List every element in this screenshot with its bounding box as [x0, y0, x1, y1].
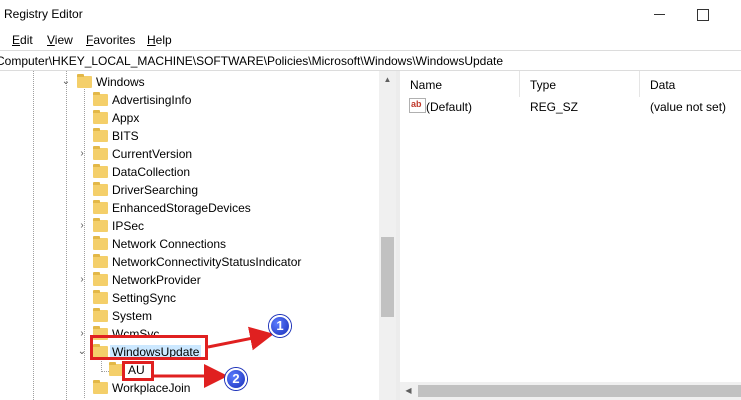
value-type: REG_SZ: [530, 100, 579, 114]
tree-label: Windows: [96, 75, 145, 89]
folder-icon: [93, 308, 108, 322]
tree-node-network-connections[interactable]: Network Connections: [0, 235, 379, 253]
menu-bar: Edit View Favorites Help: [0, 30, 741, 50]
annotation-badge-2: 2: [225, 368, 247, 390]
menu-help[interactable]: Help: [147, 33, 172, 47]
folder-icon: [93, 164, 108, 178]
scroll-up-arrow-icon[interactable]: ▲: [379, 71, 396, 88]
tree-node-windows[interactable]: ⌄ Windows: [0, 73, 379, 91]
value-name[interactable]: (Default): [426, 100, 472, 114]
highlight-box-windowsupdate: [90, 335, 208, 360]
chevron-right-icon[interactable]: ›: [77, 149, 87, 159]
tree-label: Appx: [112, 111, 140, 125]
tree-node-advertisinginfo[interactable]: AdvertisingInfo: [0, 91, 379, 109]
tree-node-au[interactable]: AU: [0, 361, 379, 379]
tree-label: IPSec: [112, 219, 145, 233]
tree-scrollbar[interactable]: ▲: [379, 71, 396, 400]
values-list: Name Type Data ab (Default) REG_SZ (valu…: [400, 71, 741, 400]
string-value-icon: ab: [409, 98, 426, 113]
folder-icon: [93, 92, 108, 106]
menu-view[interactable]: View: [47, 33, 73, 47]
horizontal-scroll-thumb[interactable]: [418, 385, 741, 397]
tree-node-networkprovider[interactable]: › NetworkProvider: [0, 271, 379, 289]
column-header-type[interactable]: Type: [520, 71, 640, 97]
tree-node-workplacejoin[interactable]: WorkplaceJoin: [0, 379, 379, 397]
tree-node-networkconnectivitystatusindicator[interactable]: NetworkConnectivityStatusIndicator: [0, 253, 379, 271]
scroll-thumb[interactable]: [381, 237, 394, 317]
folder-icon: [93, 110, 108, 124]
chevron-right-icon[interactable]: ›: [77, 275, 87, 285]
values-horizontal-scrollbar[interactable]: ◀: [400, 382, 741, 400]
tree-label: SettingSync: [112, 291, 177, 305]
folder-icon: [77, 74, 92, 88]
tree-label: System: [112, 309, 153, 323]
tree-node-enhancedstoragedevices[interactable]: EnhancedStorageDevices: [0, 199, 379, 217]
tree-label: NetworkConnectivityStatusIndicator: [112, 255, 302, 269]
window-title: Registry Editor: [4, 7, 83, 21]
folder-icon: [93, 254, 108, 268]
address-bar[interactable]: Computer\HKEY_LOCAL_MACHINE\SOFTWARE\Pol…: [0, 50, 741, 71]
folder-icon: [93, 200, 108, 214]
tree-node-appx[interactable]: Appx: [0, 109, 379, 127]
folder-icon: [93, 272, 108, 286]
menu-favorites[interactable]: Favorites: [86, 33, 135, 47]
maximize-button[interactable]: [692, 4, 714, 24]
chevron-down-icon[interactable]: ⌄: [77, 347, 87, 357]
tree-node-bits[interactable]: BITS: [0, 127, 379, 145]
tree-label: CurrentVersion: [112, 147, 193, 161]
folder-icon: [93, 182, 108, 196]
chevron-right-icon[interactable]: ›: [77, 329, 87, 339]
highlight-box-au: [122, 361, 154, 381]
tree-label: DataCollection: [112, 165, 191, 179]
folder-icon: [93, 236, 108, 250]
tree-node-driversearching[interactable]: DriverSearching: [0, 181, 379, 199]
tree-node-system[interactable]: System: [0, 307, 379, 325]
tree-label: AdvertisingInfo: [112, 93, 192, 107]
folder-icon: [93, 128, 108, 142]
folder-icon: [93, 290, 108, 304]
tree-node-ipsec[interactable]: › IPSec: [0, 217, 379, 235]
folder-icon: [93, 146, 108, 160]
title-bar: Registry Editor: [0, 0, 741, 30]
tree-node-settingsync[interactable]: SettingSync: [0, 289, 379, 307]
tree-label: Network Connections: [112, 237, 227, 251]
column-header-data[interactable]: Data: [640, 71, 741, 97]
folder-icon: [93, 218, 108, 232]
tree-node-datacollection[interactable]: DataCollection: [0, 163, 379, 181]
folder-icon: [93, 380, 108, 394]
tree-node-currentversion[interactable]: › CurrentVersion: [0, 145, 379, 163]
minimize-button[interactable]: [649, 4, 671, 24]
tree-label: WorkplaceJoin: [112, 381, 191, 395]
tree-label: NetworkProvider: [112, 273, 201, 287]
menu-edit[interactable]: Edit: [12, 33, 33, 47]
value-data: (value not set): [650, 100, 727, 114]
tree-label: EnhancedStorageDevices: [112, 201, 251, 215]
scroll-left-arrow-icon[interactable]: ◀: [400, 382, 417, 400]
column-header-name[interactable]: Name: [400, 71, 520, 97]
annotation-badge-1: 1: [269, 315, 291, 337]
tree-label: DriverSearching: [112, 183, 199, 197]
chevron-down-icon[interactable]: ⌄: [61, 77, 71, 87]
chevron-right-icon[interactable]: ›: [77, 221, 87, 231]
address-path: Computer\HKEY_LOCAL_MACHINE\SOFTWARE\Pol…: [0, 54, 504, 68]
tree-label: BITS: [112, 129, 139, 143]
